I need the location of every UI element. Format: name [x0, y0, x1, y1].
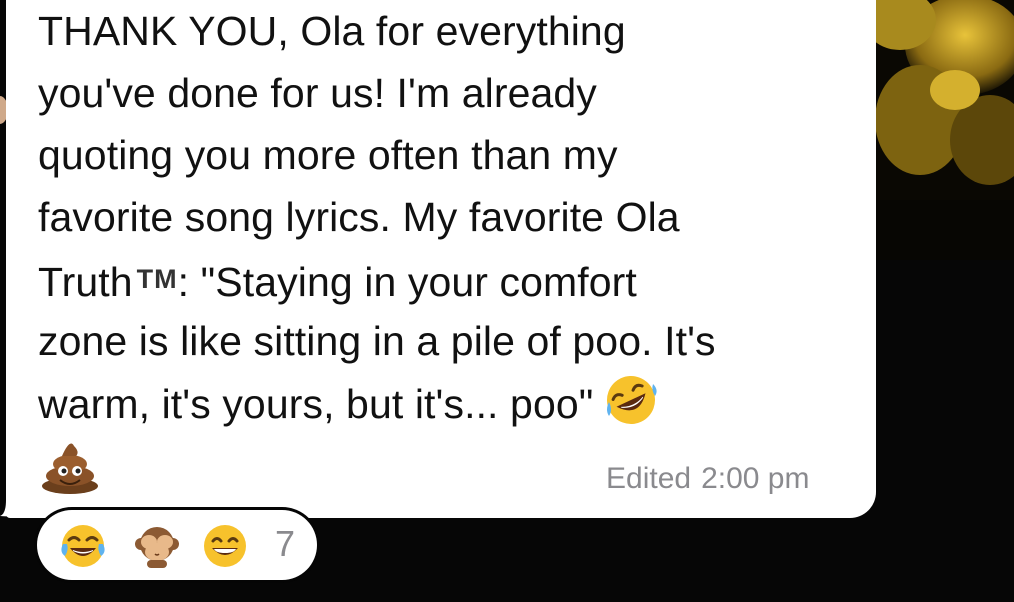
face-with-tears-of-joy-icon: [61, 525, 105, 567]
reaction-count: 7: [275, 523, 296, 564]
message-line: warm, it's yours, but it's... poo": [38, 372, 868, 434]
rolling-on-floor-laughing-icon: [607, 376, 658, 424]
message-line: zone is like sitting in a pile of poo. I…: [38, 318, 716, 364]
grinning-face-icon: [204, 525, 246, 567]
message-line: THANK YOU, Ola for everything: [38, 8, 626, 54]
message-line: favorite song lyrics. My favorite Ola: [38, 194, 680, 240]
trademark-symbol: TM: [136, 264, 178, 294]
message-line: you've done for us! I'm already: [38, 70, 597, 116]
message-line: Truth TM: "Staying in your comfort: [38, 248, 868, 310]
message-metadata: Edited 2:00 pm: [606, 462, 809, 496]
bubble-tail: [0, 470, 30, 517]
message-line-part: Truth: [38, 259, 133, 305]
message-line: quoting you more often than my: [38, 132, 618, 178]
background-flowers-image: [870, 0, 1014, 260]
pile-of-poo-icon: [42, 443, 98, 494]
message-line-part: : "Staying in your comfort: [177, 259, 637, 305]
message-text: THANK YOU, Ola for everything you've don…: [38, 0, 868, 434]
see-no-evil-monkey-icon: [135, 527, 179, 568]
chat-view: THANK YOU, Ola for everything you've don…: [0, 0, 1014, 602]
message-timestamp: 2:00 pm: [701, 462, 810, 495]
message-line-part: warm, it's yours, but it's... poo": [38, 381, 594, 427]
reactions-bar[interactable]: 7: [37, 510, 317, 580]
edited-label: Edited: [606, 462, 692, 495]
